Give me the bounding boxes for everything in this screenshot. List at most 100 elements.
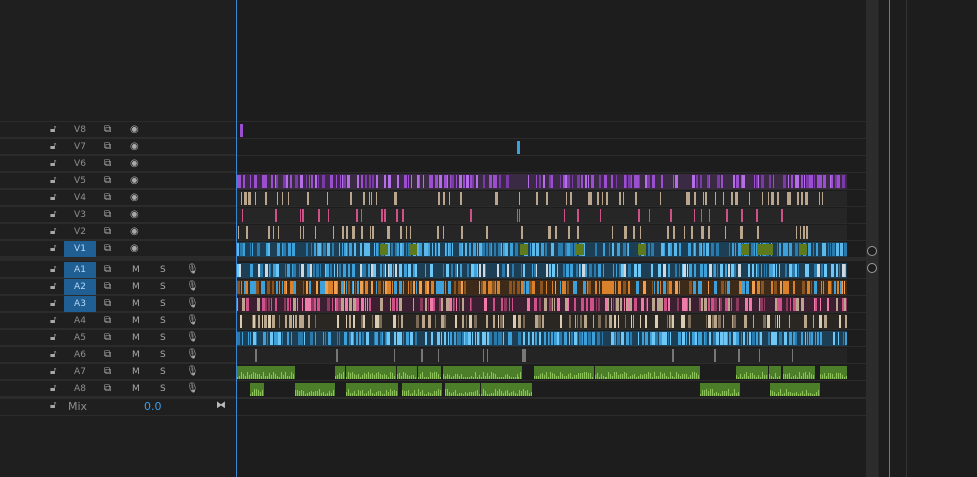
clip[interactable] [517, 209, 518, 222]
waveform-bar[interactable] [397, 374, 398, 379]
clip[interactable] [374, 243, 375, 256]
clip[interactable] [528, 332, 529, 345]
clip[interactable] [551, 332, 553, 345]
clip[interactable] [404, 175, 407, 188]
clip[interactable] [342, 175, 343, 188]
clip[interactable] [268, 315, 271, 328]
clip[interactable] [349, 315, 351, 328]
waveform-bar[interactable] [360, 391, 361, 396]
clip[interactable] [371, 281, 373, 294]
clip[interactable] [777, 315, 778, 328]
waveform-bar[interactable] [457, 374, 458, 379]
clip[interactable] [721, 281, 724, 294]
clip[interactable] [278, 226, 279, 239]
waveform-bar[interactable] [289, 376, 290, 379]
clip[interactable] [416, 315, 419, 328]
clip[interactable] [448, 243, 449, 256]
waveform-bar[interactable] [712, 389, 713, 396]
clip[interactable] [388, 264, 389, 277]
clip[interactable] [458, 281, 461, 294]
clip[interactable] [489, 332, 492, 345]
waveform-bar[interactable] [730, 394, 731, 396]
waveform-bar[interactable] [487, 394, 488, 396]
clip[interactable] [370, 226, 371, 239]
clip[interactable] [817, 264, 820, 277]
clip[interactable] [545, 243, 547, 256]
waveform-bar[interactable] [802, 391, 803, 396]
clip[interactable] [570, 192, 572, 205]
clip[interactable] [844, 298, 846, 311]
clip[interactable] [264, 315, 267, 328]
clip[interactable] [328, 209, 329, 222]
clip[interactable] [336, 298, 338, 311]
clip[interactable] [708, 281, 709, 294]
clip[interactable] [388, 281, 391, 294]
clip[interactable] [376, 243, 378, 256]
clip[interactable] [663, 281, 666, 294]
clip[interactable] [716, 243, 719, 256]
clip[interactable] [456, 298, 457, 311]
clip[interactable] [483, 264, 485, 277]
waveform-bar[interactable] [380, 391, 381, 396]
clip[interactable] [796, 226, 797, 239]
clip[interactable] [461, 281, 463, 294]
clip[interactable] [253, 315, 255, 328]
waveform-bar[interactable] [479, 375, 480, 379]
clip[interactable] [731, 192, 733, 205]
waveform-bar[interactable] [773, 377, 774, 379]
clip[interactable] [318, 243, 321, 256]
clip[interactable] [497, 281, 500, 294]
clip[interactable] [785, 264, 787, 277]
waveform-bar[interactable] [376, 373, 377, 379]
clip[interactable] [642, 332, 644, 345]
clip[interactable] [655, 332, 658, 345]
clip[interactable] [509, 298, 510, 311]
clip[interactable] [682, 298, 684, 311]
clip[interactable] [512, 298, 513, 311]
clip[interactable] [240, 243, 243, 256]
waveform-bar[interactable] [394, 376, 395, 379]
waveform-bar[interactable] [386, 390, 387, 396]
clip[interactable] [821, 281, 822, 294]
clip[interactable] [718, 315, 721, 328]
clip[interactable] [340, 175, 341, 188]
clip[interactable] [614, 332, 615, 345]
waveform-bar[interactable] [469, 392, 470, 396]
clip[interactable] [645, 332, 648, 345]
waveform-bar[interactable] [362, 390, 363, 396]
waveform-bar[interactable] [750, 373, 751, 379]
waveform-bar[interactable] [451, 377, 452, 379]
waveform-bar[interactable] [638, 376, 639, 379]
clip[interactable] [575, 315, 576, 328]
waveform-bar[interactable] [382, 375, 383, 379]
clip[interactable] [684, 226, 685, 239]
clip[interactable] [763, 315, 766, 328]
clip[interactable] [503, 315, 504, 328]
waveform-bar[interactable] [738, 392, 739, 396]
clip[interactable] [467, 264, 469, 277]
waveform-bar[interactable] [475, 391, 476, 396]
waveform-bar[interactable] [590, 373, 591, 379]
clip[interactable] [396, 298, 398, 311]
clip[interactable] [815, 298, 817, 311]
waveform-bar[interactable] [403, 372, 404, 379]
clip[interactable] [658, 264, 661, 277]
waveform-bar[interactable] [259, 374, 260, 379]
clip[interactable] [643, 281, 646, 294]
clip[interactable] [372, 175, 374, 188]
waveform-bar[interactable] [507, 390, 508, 396]
waveform-bar[interactable] [601, 374, 602, 379]
waveform-bar[interactable] [350, 393, 351, 396]
clip[interactable] [626, 298, 628, 311]
waveform-bar[interactable] [256, 389, 257, 396]
clip[interactable] [243, 243, 245, 256]
waveform-bar[interactable] [778, 392, 779, 396]
clip[interactable] [473, 243, 476, 256]
clip[interactable] [423, 175, 424, 188]
clip[interactable] [646, 298, 647, 311]
clip[interactable] [529, 281, 532, 294]
clip[interactable] [608, 281, 611, 294]
clip[interactable] [822, 243, 823, 256]
waveform-bar[interactable] [477, 377, 478, 379]
clip[interactable] [518, 332, 519, 345]
